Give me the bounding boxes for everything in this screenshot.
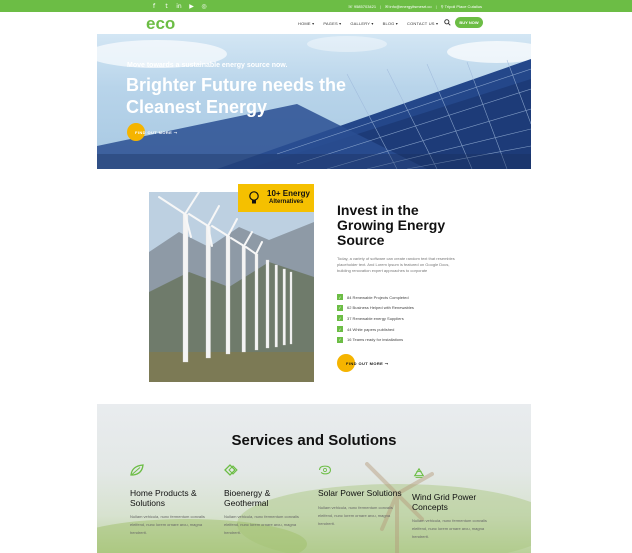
list-item-text: 37 Renewable energy Suppliers [347,315,404,321]
leaf-icon [130,464,144,476]
twitter-icon[interactable]: t [161,0,173,12]
email-text: info@energyitsmesrt.co [389,3,432,9]
list-item: ✓ 44 White papers published [337,324,414,335]
service-title: Solar Power Solutions [318,488,402,498]
address-contact: ⚲ Tripoli Place Cutalius [441,4,482,9]
service-description: Nullam vehicula, nunc fermentum convalis… [130,514,205,535]
check-icon: ✓ [337,315,343,322]
recycle-icon [413,467,425,478]
phone-icon: ☏ [347,3,353,9]
instagram-icon[interactable]: ◎ [198,0,210,12]
hero-find-out-more-button[interactable]: FIND OUT MORE ➞ [127,123,177,141]
phone-text: 9585703421 [353,3,377,9]
nav-menu: HOME ▾ PAGES ▾ GALLERY ▾ BLOG ▾ CONTACT … [298,12,447,34]
achievements-list: ✓ 84 Renewable Projects Completed ✓ 62 Bus… [337,292,414,345]
badge-text: 10+ Energy Alternatives [267,189,310,207]
logo-text: eco [146,14,175,32]
hero-banner: Move towards a sustainable energy source… [97,34,531,169]
check-icon: ✓ [337,304,343,311]
badge-number: 10+ Energy [267,189,310,198]
list-item-text: 16 Teams ready for installations [347,337,404,343]
hero-kicker: Move towards a sustainable energy source… [127,62,288,69]
youtube-icon[interactable]: ▶ [186,0,198,12]
top-bar: f t in ▶ ◎ ☏ 9585703421 | ✉ info@energyits… [0,0,632,12]
nav-item-contact[interactable]: CONTACT US ▾ [407,21,438,26]
linkedin-icon[interactable]: in [173,0,185,12]
hero-title: Brighter Future needs the Cleanest Energ… [126,75,347,117]
service-card-bioenergy[interactable]: Bioenergy & Geothermal Nullam vehicula, … [224,463,314,537]
service-title: Wind Grid Power Concepts [412,492,477,512]
divider: | [435,3,437,9]
check-icon: ✓ [337,294,343,301]
list-item-text: 84 Renewable Projects Completed [347,294,409,300]
nav-item-home[interactable]: HOME ▾ [298,21,314,26]
service-title: Bioenergy & Geothermal [224,488,271,508]
services-section: Services and Solutions Home Products & S… [97,404,531,553]
search-icon[interactable] [444,19,451,26]
buy-now-button[interactable]: BUY NOW [455,17,483,28]
invest-button-label: FIND OUT MORE ➞ [346,360,389,366]
list-item: ✓ 16 Teams ready for installations [337,334,414,345]
nav-item-pages[interactable]: PAGES ▾ [323,21,341,26]
nav-item-gallery[interactable]: GALLERY ▾ [350,21,373,26]
nav-item-blog[interactable]: BLOG ▾ [383,21,398,26]
contact-info: ☏ 9585703421 | ✉ info@energyitsmesrt.co | … [348,0,482,12]
email-contact[interactable]: ✉ info@energyitsmesrt.co [385,4,431,9]
energy-alternatives-badge: 10+ Energy Alternatives [238,184,314,212]
list-item-text: 44 White papers published [347,326,395,332]
service-card-home-products[interactable]: Home Products & Solutions Nullam vehicul… [130,463,220,537]
service-card-wind-grid[interactable]: Wind Grid Power Concepts Nullam vehicula… [412,467,502,541]
invest-find-out-more-button[interactable]: FIND OUT MORE ➞ [337,354,388,372]
list-item-text: 62 Business Helped with Renewables [347,305,414,311]
list-item: ✓ 84 Renewable Projects Completed [337,292,414,303]
envelope-icon: ✉ [385,3,389,9]
services-title: Services and Solutions [231,432,397,449]
check-icon: ✓ [337,326,343,333]
wind-turbines-image [149,192,314,382]
lightbulb-icon [249,191,259,204]
list-item: ✓ 37 Renewable energy Suppliers [337,313,414,324]
divider: | [380,3,382,9]
invest-description: Today, a variety of software can create … [337,256,455,273]
map-pin-icon: ⚲ [440,3,444,9]
list-item: ✓ 62 Business Helped with Renewables [337,303,414,314]
service-title: Home Products & Solutions [130,488,197,508]
address-text: Tripoli Place Cutalius [444,3,482,9]
bioenergy-icon [224,464,238,476]
service-description: Nullam vehicula, nunc fermentum convalis… [318,504,393,526]
service-description: Nullam vehicula, nunc fermentum convalis… [224,514,299,535]
social-links: f t in ▶ ◎ [148,0,211,12]
solar-icon [319,465,331,475]
hero-button-label: FIND OUT MORE ➞ [135,129,178,135]
phone-contact[interactable]: ☏ 9585703421 [348,4,376,9]
invest-title: Invest in the Growing Energy Source [337,202,446,248]
service-description: Nullam vehicula, nunc fermentum convalis… [412,518,487,539]
facebook-icon[interactable]: f [148,0,160,12]
check-icon: ✓ [337,336,343,343]
badge-label: Alternatives [269,199,304,205]
logo[interactable]: eco [146,14,186,32]
service-card-solar[interactable]: Solar Power Solutions Nullam vehicula, n… [318,463,408,528]
